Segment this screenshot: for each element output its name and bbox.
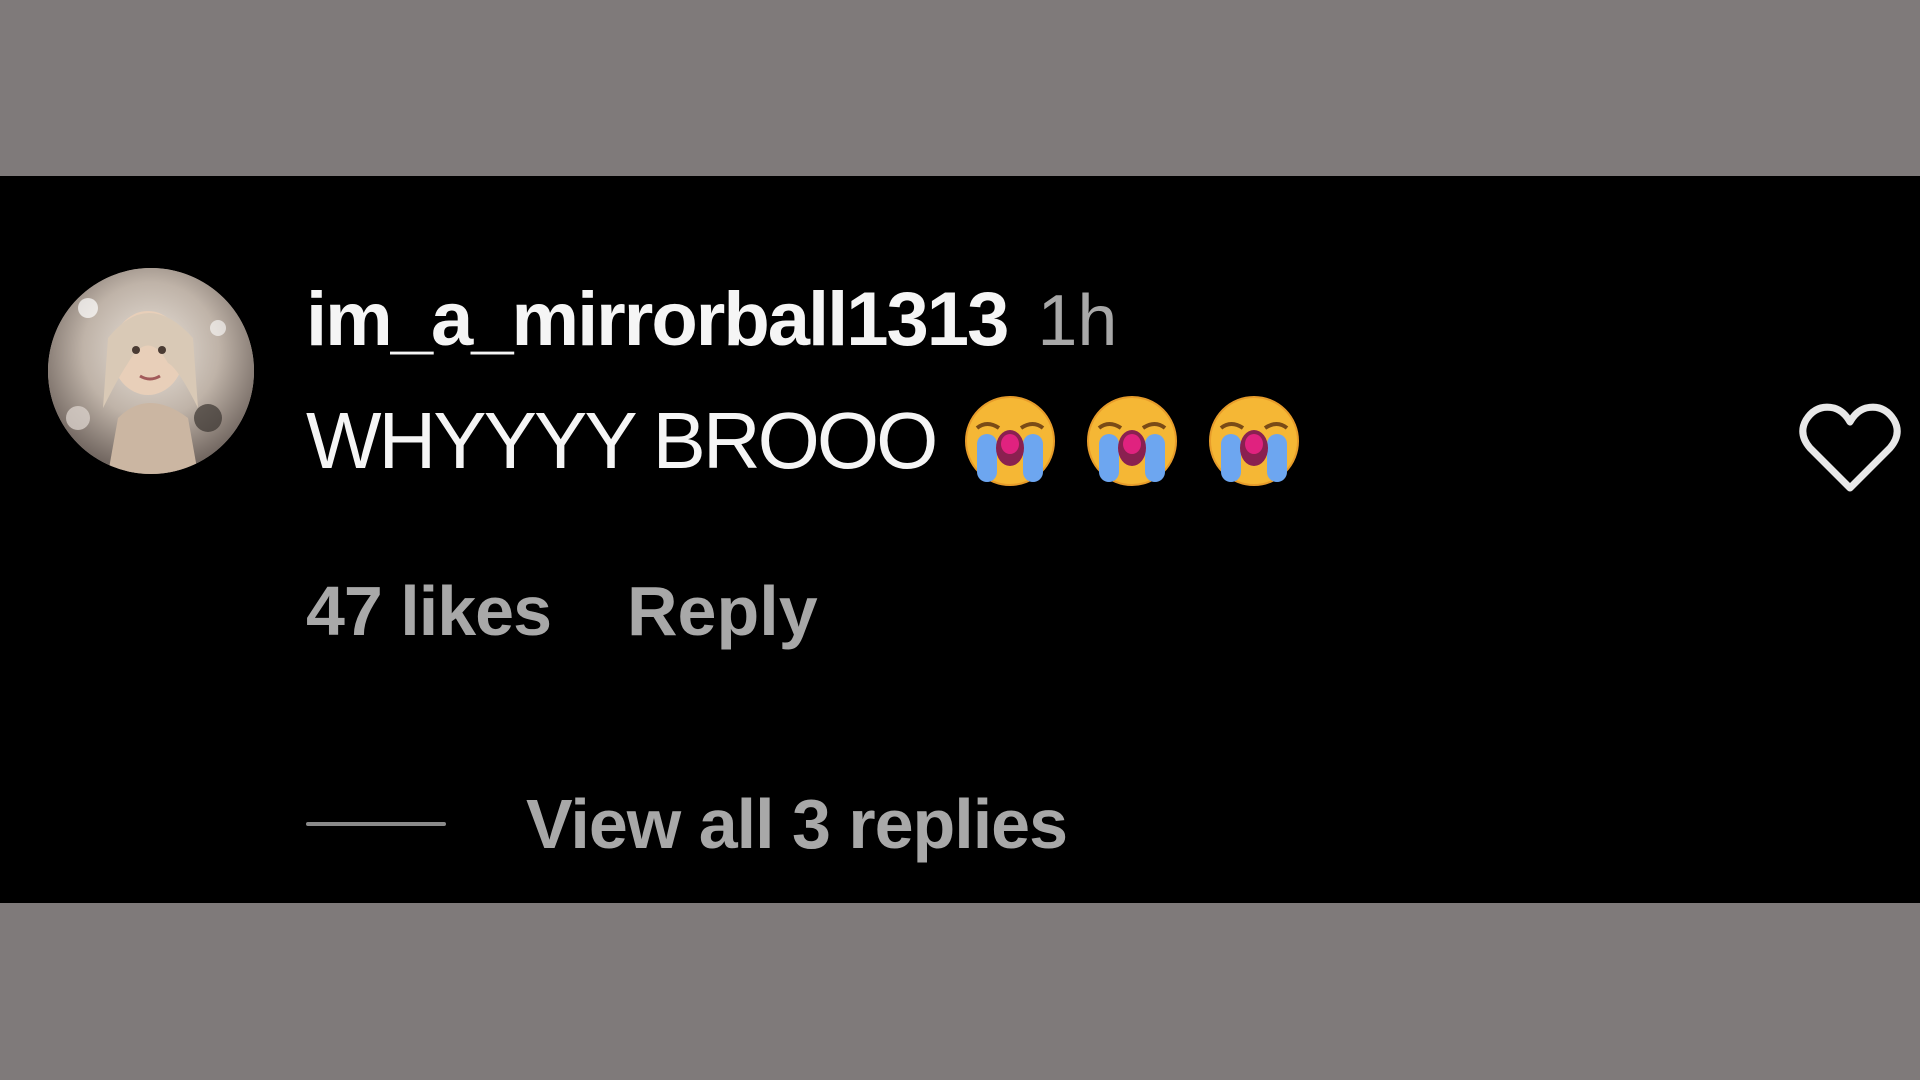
loudly-crying-face-emoji-icon bbox=[963, 394, 1057, 488]
comment-actions: 47 likes Reply bbox=[306, 571, 818, 651]
username-link[interactable]: im_a_mirrorball1313 bbox=[306, 276, 1009, 363]
likes-count[interactable]: 47 likes bbox=[306, 571, 552, 651]
replies-divider bbox=[306, 822, 446, 826]
loudly-crying-face-emoji-icon bbox=[1207, 394, 1301, 488]
timestamp: 1h bbox=[1037, 281, 1118, 361]
avatar[interactable] bbox=[48, 268, 254, 474]
reply-button[interactable]: Reply bbox=[627, 571, 818, 651]
avatar-image bbox=[48, 268, 254, 474]
loudly-crying-face-emoji-icon bbox=[1085, 394, 1179, 488]
view-replies-label: View all 3 replies bbox=[526, 785, 1068, 863]
comment-header: im_a_mirrorball1313 1h bbox=[306, 276, 1117, 363]
heart-outline-icon bbox=[1799, 403, 1901, 492]
view-replies-button[interactable]: View all 3 replies bbox=[306, 784, 1068, 864]
bottom-frame-border bbox=[0, 903, 1920, 1080]
top-frame-border bbox=[0, 0, 1920, 176]
comment-body: WHYYYY BROOO bbox=[306, 394, 1301, 488]
comment-item: im_a_mirrorball1313 1h WHYYYY BROOO 47 l… bbox=[0, 176, 1920, 903]
comment-text: WHYYYY BROOO bbox=[306, 396, 938, 485]
like-button[interactable] bbox=[1796, 398, 1904, 498]
